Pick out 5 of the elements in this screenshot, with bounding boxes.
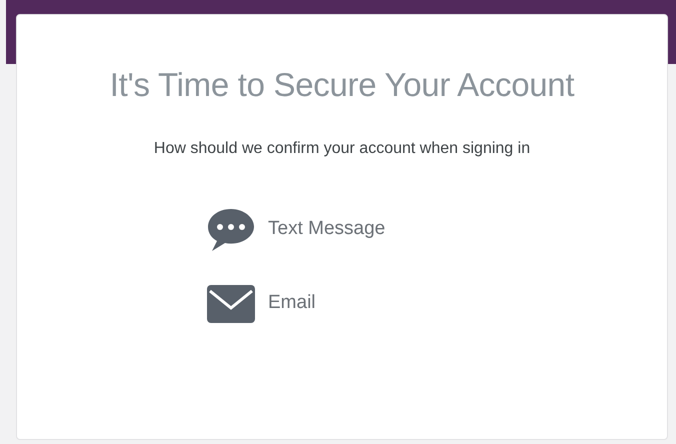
option-button[interactable]: Text Message: [206, 206, 667, 253]
subtitle: How should we confirm your account when signing in: [152, 138, 532, 159]
option-button[interactable]: Email: [206, 280, 667, 327]
chat-bubble-icon: [206, 206, 256, 253]
page-title: It's Time to Secure Your Account: [108, 65, 576, 105]
